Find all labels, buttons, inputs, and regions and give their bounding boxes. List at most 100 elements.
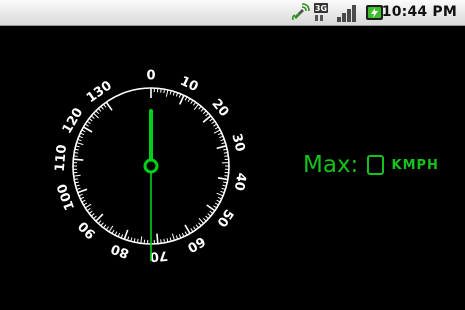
gauge-major-tick	[179, 94, 185, 105]
max-speed-label: Max:	[303, 152, 359, 178]
gauge-minor-tick	[198, 218, 205, 224]
gauge-minor-tick	[214, 202, 219, 206]
gauge-minor-tick	[187, 98, 191, 103]
gauge-minor-tick	[73, 155, 78, 157]
gauge-minor-tick	[160, 88, 162, 93]
gauge-minor-tick	[178, 93, 182, 98]
signal-strength-icon	[337, 5, 356, 22]
gauge-minor-tick	[83, 202, 88, 206]
gauge-major-tick	[202, 115, 212, 123]
gauge-minor-tick	[190, 228, 194, 233]
gauge-major-tick	[216, 145, 227, 150]
status-time: 10:44 PM	[381, 4, 457, 20]
gauge-minor-tick	[213, 123, 218, 127]
gauge-minor-tick	[76, 187, 81, 190]
max-speed-value: 0	[367, 155, 385, 175]
gauge-minor-tick	[190, 99, 194, 104]
max-speed-readout: Max: 0 KMPH	[303, 152, 439, 182]
gauge-minor-tick	[198, 105, 202, 110]
gauge-minor-tick	[165, 89, 169, 97]
gauge-minor-tick	[114, 231, 118, 236]
gauge-minor-tick	[84, 203, 92, 209]
gauge-minor-tick	[90, 213, 95, 217]
gauge-minor-tick	[184, 96, 188, 101]
gauge-minor-tick	[202, 217, 207, 222]
gauge-minor-tick	[93, 215, 97, 220]
network-type-label: 3G	[315, 4, 327, 13]
gauge-minor-tick	[220, 138, 225, 142]
gauge-minor-tick	[221, 187, 226, 190]
gauge-minor-tick	[81, 129, 86, 133]
gauge-tick-label: 10	[178, 74, 201, 95]
gauge-minor-tick	[217, 196, 222, 200]
max-speed-unit: KMPH	[391, 157, 439, 173]
gauge-minor-tick	[205, 112, 209, 117]
gauge-tick-label: 100	[55, 181, 78, 212]
gauge-minor-tick	[97, 220, 102, 224]
gauge-minor-tick	[216, 192, 224, 197]
gauge-minor-tick	[193, 101, 197, 106]
gauge-minor-tick	[184, 231, 188, 236]
gauge-minor-tick	[224, 175, 229, 177]
gauge-minor-tick	[221, 142, 226, 145]
gps-satellite-icon	[292, 3, 310, 21]
gauge-minor-tick	[120, 234, 124, 239]
gauge-minor-tick	[178, 234, 182, 239]
gauge-major-tick	[105, 101, 113, 111]
gauge-minor-tick	[74, 178, 79, 181]
gauge-minor-tick	[209, 118, 214, 122]
gauge-minor-tick	[163, 238, 166, 243]
gauge-minor-tick	[80, 196, 85, 200]
gauge-major-tick	[156, 233, 159, 244]
gauge-minor-tick	[213, 129, 221, 134]
gauge-major-tick	[95, 213, 104, 222]
status-bar: 3G 10:44 PM	[0, 0, 465, 26]
gauge-minor-tick	[209, 210, 214, 214]
gauge-minor-tick	[105, 226, 109, 231]
gauge-minor-tick	[117, 232, 121, 237]
gauge-minor-tick	[175, 235, 179, 240]
gauge-minor-tick	[103, 103, 107, 108]
gauge-minor-tick	[136, 238, 139, 243]
gauge-tick-label: 50	[213, 206, 236, 229]
gauge-minor-tick	[80, 132, 85, 136]
gauge-minor-tick	[103, 224, 107, 229]
gauge-minor-tick	[220, 190, 225, 194]
gauge-minor-tick	[202, 110, 207, 115]
speedometer-gauge: 0 102030405060708090100110120130	[53, 69, 249, 264]
gauge-minor-tick	[171, 233, 175, 241]
gauge-minor-tick	[74, 151, 79, 154]
gauge-minor-tick	[200, 108, 205, 112]
gauge-minor-tick	[73, 174, 81, 177]
gauge-minor-tick	[95, 110, 100, 115]
gauge-major-tick	[77, 188, 88, 194]
gauge-minor-tick	[163, 89, 166, 94]
gauge-minor-tick	[216, 199, 221, 203]
gauge-minor-tick	[224, 155, 229, 157]
network-3g-icon: 3G	[314, 3, 328, 21]
gauge-minor-tick	[207, 213, 212, 217]
app-screen: 3G 10:44 PM 0 10 20 30 40 50 60 70 80 90 100 110 120…	[0, 0, 465, 310]
gauge-minor-tick	[108, 225, 114, 233]
gauge-tick-label: 130	[84, 78, 115, 106]
gauge-tick-label: 120	[60, 105, 87, 136]
gauge-minor-tick	[198, 222, 202, 227]
gauge-minor-tick	[205, 215, 209, 220]
gauge-tick-label: 30	[228, 132, 247, 153]
gauge-minor-tick	[175, 92, 179, 97]
gauge-minor-tick	[127, 236, 130, 241]
gauge-minor-tick	[223, 151, 228, 154]
gauge-tick-label: 70	[149, 247, 168, 264]
gauge-minor-tick	[97, 108, 102, 112]
gauge-minor-tick	[84, 123, 89, 127]
gauge-minor-tick	[86, 120, 91, 124]
gauge-tick-label: 80	[109, 240, 131, 260]
gauge-minor-tick	[140, 236, 143, 244]
gauge-minor-tick	[193, 103, 199, 110]
gauge-minor-tick	[193, 226, 197, 231]
gauge-minor-tick	[77, 138, 82, 142]
gauge-minor-tick	[214, 126, 219, 130]
gauge-minor-tick	[217, 132, 222, 136]
gauge-tick-label: 110	[53, 144, 70, 172]
gauge-tick-label: 40	[231, 171, 249, 191]
